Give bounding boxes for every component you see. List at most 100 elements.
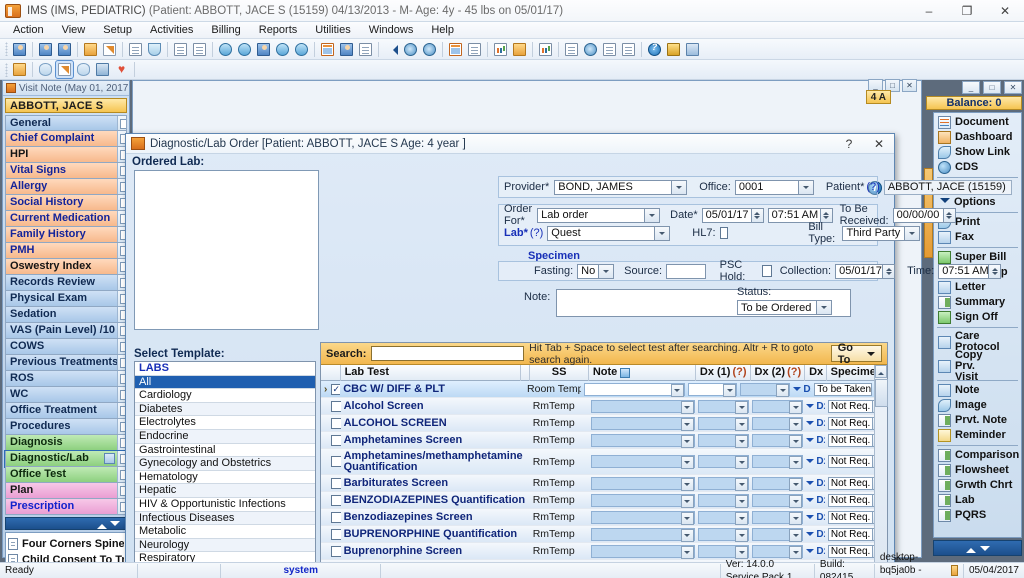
note-input-cell[interactable]	[581, 381, 685, 397]
chevron-down-icon[interactable]	[806, 532, 814, 540]
row-checkbox-cell[interactable]	[328, 398, 341, 414]
lab-help-hint[interactable]: (?)	[530, 227, 543, 239]
fasting-select[interactable]: No	[577, 264, 614, 279]
chevron-down-icon[interactable]	[806, 438, 814, 446]
dx-link-icon[interactable]: Dx	[816, 546, 824, 557]
dx-link-icon[interactable]: Dx	[816, 529, 824, 540]
table-row[interactable]: Amphetamines ScreenRmTempDxNot Req.	[321, 432, 887, 449]
record2-icon[interactable]	[75, 61, 92, 78]
dx-link-icon[interactable]: Dx	[816, 478, 824, 489]
search-input[interactable]	[371, 346, 524, 361]
scroll-up-button[interactable]	[875, 365, 887, 378]
scroll-down-icon[interactable]	[980, 546, 990, 556]
lab-test-name-cell[interactable]: Buprenorphine Screen	[341, 543, 530, 559]
visit-note-document-item[interactable]: Four Corners Spine New	[8, 536, 124, 552]
visit-note-section-wc[interactable]: WC	[5, 387, 127, 403]
note-input-cell[interactable]	[588, 475, 695, 491]
collection-value[interactable]: 05/01/17	[835, 264, 883, 279]
time-stepper[interactable]	[989, 264, 1001, 279]
chevron-down-icon[interactable]	[806, 549, 814, 557]
hl7-checkbox[interactable]	[720, 227, 729, 239]
dx1-select[interactable]	[688, 383, 738, 396]
template-item-endocrine[interactable]: Endocrine	[135, 430, 315, 444]
close-button[interactable]: ✕	[986, 0, 1024, 22]
dx1-select[interactable]	[698, 528, 749, 541]
dx-cell[interactable]: Dx	[803, 415, 824, 431]
lab-test-name-cell[interactable]: Amphetamines/methamphetamine Quantificat…	[341, 449, 530, 474]
dx2-select[interactable]	[752, 494, 803, 507]
chevron-down-icon[interactable]	[681, 495, 694, 508]
visit-note-section-oswestry-index[interactable]: Oswestry Index	[5, 259, 127, 275]
dx1-select[interactable]	[698, 545, 749, 558]
note-input-cell[interactable]	[588, 449, 695, 474]
panel-minimize-button[interactable]: _	[962, 81, 980, 94]
grid-col-lab-test[interactable]: Lab Test	[341, 365, 521, 381]
dx1-select[interactable]	[698, 417, 749, 430]
dx2-select[interactable]	[752, 400, 803, 413]
order-for-value[interactable]: Lab order	[537, 208, 645, 223]
visit-note-section-prescription[interactable]: Prescription	[5, 499, 127, 515]
dx2-help-hint[interactable]: (?)	[787, 365, 801, 380]
insurance-icon[interactable]	[255, 41, 272, 58]
row-checkbox-cell[interactable]	[328, 381, 340, 397]
edit-note-icon[interactable]	[101, 41, 118, 58]
grid-vertical-scrollbar[interactable]	[874, 365, 887, 567]
dx1-select[interactable]	[698, 477, 749, 490]
bill-type-value[interactable]: Third Party	[842, 226, 905, 241]
chevron-down-icon[interactable]	[735, 495, 748, 508]
lab-test-name-cell[interactable]: Amphetamines Screen	[341, 432, 530, 448]
visit-note-section-records-review[interactable]: Records Review	[5, 275, 127, 291]
template-item-infectious-diseases[interactable]: Infectious Diseases	[135, 512, 315, 526]
note-input-cell[interactable]	[588, 509, 695, 525]
template-item-gastrointestinal[interactable]: Gastrointestinal	[135, 444, 315, 458]
chevron-down-icon[interactable]	[793, 387, 801, 395]
time-spinner[interactable]: 07:51 AM	[938, 264, 1001, 279]
patient-add-icon[interactable]	[37, 41, 54, 58]
visit-note-section-diagnosis[interactable]: Diagnosis	[5, 435, 127, 451]
chevron-down-icon[interactable]	[681, 478, 694, 491]
dx2-select-cell[interactable]	[749, 415, 803, 431]
print-preview-icon[interactable]	[94, 61, 111, 78]
chevron-down-icon[interactable]	[681, 435, 694, 448]
dx2-select-cell[interactable]	[749, 526, 803, 542]
date-spinner[interactable]: 05/01/17	[702, 208, 764, 223]
action-letter[interactable]: Letter	[934, 280, 1021, 295]
row-checkbox-cell[interactable]	[328, 415, 341, 431]
dx1-select[interactable]	[698, 494, 749, 507]
ordered-lab-list[interactable]	[134, 170, 319, 330]
table-row[interactable]: ›CBC W/ DIFF & PLTRoom Temp.DxTo be Take…	[321, 381, 887, 398]
chevron-down-icon[interactable]	[789, 529, 802, 542]
note-input[interactable]	[591, 528, 695, 541]
grid-col-ss[interactable]: SS	[530, 365, 588, 381]
action-fax[interactable]: Fax	[934, 230, 1021, 245]
chevron-down-icon[interactable]	[655, 226, 670, 241]
chevron-down-icon[interactable]	[905, 226, 920, 241]
visit-note-section-general[interactable]: General	[5, 115, 127, 131]
chevron-down-icon[interactable]	[789, 418, 802, 431]
template-item-cardiology[interactable]: Cardiology	[135, 389, 315, 403]
dx1-select[interactable]	[698, 400, 749, 413]
dx-cell[interactable]: Dx	[803, 432, 824, 448]
action-flowsheet[interactable]: Flowsheet	[934, 463, 1021, 478]
template-item-labs[interactable]: LABS	[135, 362, 315, 376]
row-checkbox-cell[interactable]	[328, 492, 341, 508]
lab-select[interactable]: Quest	[547, 226, 670, 241]
visit-note-section-physical-exam[interactable]: Physical Exam	[5, 291, 127, 307]
template-item-metabolic[interactable]: Metabolic	[135, 525, 315, 539]
grid-icon[interactable]	[319, 41, 336, 58]
lab-value[interactable]: Quest	[547, 226, 655, 241]
dx-link-icon[interactable]: Dx	[803, 384, 811, 395]
menu-item-help[interactable]: Help	[422, 22, 463, 38]
table-row[interactable]: BUPRENORPHINE QuantificationRmTempDxNot …	[321, 526, 887, 543]
row-select-checkbox[interactable]	[331, 546, 341, 557]
dx1-select-cell[interactable]	[695, 492, 749, 508]
note-input[interactable]	[591, 455, 695, 468]
dx2-select-cell[interactable]	[749, 475, 803, 491]
row-select-checkbox[interactable]	[331, 435, 341, 446]
note-input[interactable]	[591, 494, 695, 507]
template-item-hiv-opportunistic-infections[interactable]: HIV & Opportunistic Infections	[135, 498, 315, 512]
grid-col-dx2[interactable]: Dx (2) (?)	[751, 365, 806, 381]
minimize-button[interactable]: –	[910, 0, 948, 22]
chevron-down-icon[interactable]	[681, 512, 694, 525]
row-checkbox-cell[interactable]	[328, 449, 341, 474]
